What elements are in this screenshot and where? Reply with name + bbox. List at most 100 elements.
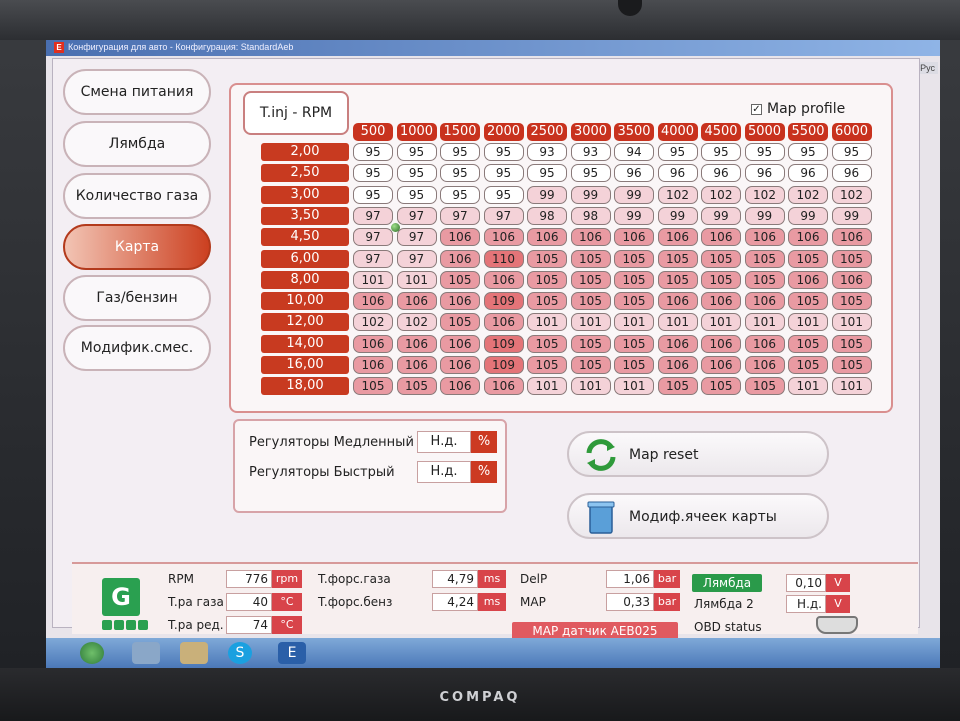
map-cell[interactable]: 97 bbox=[353, 228, 393, 247]
map-cell[interactable]: 96 bbox=[701, 164, 741, 183]
map-cell[interactable]: 105 bbox=[701, 270, 741, 289]
map-cell[interactable]: 106 bbox=[440, 377, 480, 396]
map-cell[interactable]: 95 bbox=[831, 143, 872, 161]
map-cell[interactable]: 105 bbox=[614, 270, 654, 289]
folder-icon[interactable] bbox=[180, 642, 208, 664]
modify-cells-button[interactable]: Модиф.ячеек карты bbox=[567, 493, 829, 539]
map-cell[interactable]: 105 bbox=[570, 292, 611, 311]
nav-button-2[interactable]: Количество газа bbox=[63, 173, 211, 219]
map-cell[interactable]: 106 bbox=[788, 228, 828, 247]
map-cell[interactable]: 96 bbox=[788, 164, 828, 183]
map-cell[interactable]: 105 bbox=[657, 270, 698, 289]
map-cell[interactable]: 102 bbox=[353, 313, 393, 332]
map-cell[interactable]: 97 bbox=[353, 249, 393, 268]
map-cell[interactable]: 95 bbox=[527, 164, 567, 183]
map-cell[interactable]: 106 bbox=[527, 228, 567, 247]
map-cell[interactable]: 106 bbox=[483, 228, 524, 247]
map-cell[interactable]: 106 bbox=[701, 334, 741, 353]
map-cell[interactable]: 99 bbox=[657, 206, 698, 225]
map-cell[interactable]: 106 bbox=[570, 228, 611, 247]
map-cell[interactable]: 101 bbox=[788, 377, 828, 396]
map-cell[interactable]: 106 bbox=[440, 249, 480, 268]
map-cell[interactable]: 106 bbox=[701, 356, 741, 374]
map-cell[interactable]: 106 bbox=[483, 313, 524, 332]
map-cell[interactable]: 106 bbox=[396, 356, 437, 374]
map-cell[interactable]: 105 bbox=[788, 292, 828, 311]
map-cell[interactable]: 97 bbox=[440, 206, 480, 225]
map-cell[interactable]: 106 bbox=[483, 377, 524, 396]
map-cell[interactable]: 96 bbox=[831, 164, 872, 183]
map-cell[interactable]: 96 bbox=[744, 164, 785, 183]
map-cell[interactable]: 105 bbox=[831, 249, 872, 268]
map-cell[interactable]: 105 bbox=[527, 292, 567, 311]
map-cell[interactable]: 105 bbox=[527, 334, 567, 353]
map-cell[interactable]: 106 bbox=[744, 228, 785, 247]
map-cell[interactable]: 101 bbox=[788, 313, 828, 332]
map-cell[interactable]: 95 bbox=[396, 185, 437, 204]
map-cell[interactable]: 106 bbox=[440, 356, 480, 374]
map-cell[interactable]: 105 bbox=[570, 334, 611, 353]
map-cell[interactable]: 105 bbox=[614, 292, 654, 311]
map-cell[interactable]: 105 bbox=[527, 270, 567, 289]
map-cell[interactable]: 99 bbox=[701, 206, 741, 225]
map-cell[interactable]: 96 bbox=[614, 164, 654, 183]
map-cell[interactable]: 95 bbox=[440, 143, 480, 161]
map-cell[interactable]: 101 bbox=[831, 313, 872, 332]
map-cell[interactable]: 105 bbox=[440, 313, 480, 332]
map-cell[interactable]: 97 bbox=[396, 228, 437, 247]
map-cell[interactable]: 99 bbox=[614, 185, 654, 204]
map-cell[interactable]: 105 bbox=[701, 249, 741, 268]
map-cell[interactable]: 95 bbox=[744, 143, 785, 161]
map-cell[interactable]: 106 bbox=[657, 292, 698, 311]
map-cell[interactable]: 95 bbox=[440, 164, 480, 183]
skype-icon[interactable]: S bbox=[228, 642, 252, 664]
map-cell[interactable]: 106 bbox=[701, 292, 741, 311]
map-cell[interactable]: 105 bbox=[614, 334, 654, 353]
start-button[interactable] bbox=[80, 642, 104, 664]
map-cell[interactable]: 106 bbox=[744, 356, 785, 374]
map-cell[interactable]: 105 bbox=[657, 377, 698, 396]
map-cell[interactable]: 109 bbox=[483, 292, 524, 311]
map-cell[interactable]: 99 bbox=[744, 206, 785, 225]
map-cell[interactable]: 106 bbox=[440, 292, 480, 311]
map-cell[interactable]: 95 bbox=[353, 185, 393, 204]
map-cell[interactable]: 101 bbox=[570, 313, 611, 332]
map-cell[interactable]: 106 bbox=[353, 292, 393, 311]
map-cell[interactable]: 105 bbox=[657, 249, 698, 268]
map-cell[interactable]: 95 bbox=[570, 164, 611, 183]
map-cell[interactable]: 105 bbox=[788, 249, 828, 268]
map-cell[interactable]: 101 bbox=[353, 270, 393, 289]
map-cell[interactable]: 105 bbox=[831, 356, 872, 374]
map-cell[interactable]: 106 bbox=[440, 334, 480, 353]
map-cell[interactable]: 94 bbox=[614, 143, 654, 161]
map-cell[interactable]: 102 bbox=[744, 185, 785, 204]
map-cell[interactable]: 95 bbox=[657, 143, 698, 161]
map-cell[interactable]: 95 bbox=[483, 143, 524, 161]
map-cell[interactable]: 109 bbox=[483, 334, 524, 353]
map-cell[interactable]: 99 bbox=[527, 185, 567, 204]
map-cell[interactable]: 105 bbox=[831, 292, 872, 311]
map-cell[interactable]: 105 bbox=[527, 356, 567, 374]
map-cell[interactable]: 99 bbox=[831, 206, 872, 225]
app-taskbar-icon[interactable]: E bbox=[278, 642, 306, 664]
taskbar-window-icon[interactable] bbox=[132, 642, 160, 664]
map-cell[interactable]: 106 bbox=[353, 334, 393, 353]
map-cell[interactable]: 95 bbox=[788, 143, 828, 161]
map-cell[interactable]: 105 bbox=[396, 377, 437, 396]
map-cell[interactable]: 95 bbox=[396, 164, 437, 183]
map-cell[interactable]: 106 bbox=[614, 228, 654, 247]
map-cell[interactable]: 105 bbox=[614, 249, 654, 268]
map-cell[interactable]: 97 bbox=[396, 206, 437, 225]
map-cell[interactable]: 95 bbox=[396, 143, 437, 161]
nav-button-1[interactable]: Лямбда bbox=[63, 121, 211, 167]
map-cell[interactable]: 102 bbox=[788, 185, 828, 204]
map-cell[interactable]: 101 bbox=[831, 377, 872, 396]
map-cell[interactable]: 106 bbox=[440, 228, 480, 247]
map-cell[interactable]: 101 bbox=[527, 313, 567, 332]
map-cell[interactable]: 101 bbox=[614, 377, 654, 396]
map-cell[interactable]: 98 bbox=[527, 206, 567, 225]
map-cell[interactable]: 105 bbox=[744, 377, 785, 396]
map-cell[interactable]: 106 bbox=[396, 292, 437, 311]
map-cell[interactable]: 97 bbox=[353, 206, 393, 225]
map-cell[interactable]: 101 bbox=[701, 313, 741, 332]
